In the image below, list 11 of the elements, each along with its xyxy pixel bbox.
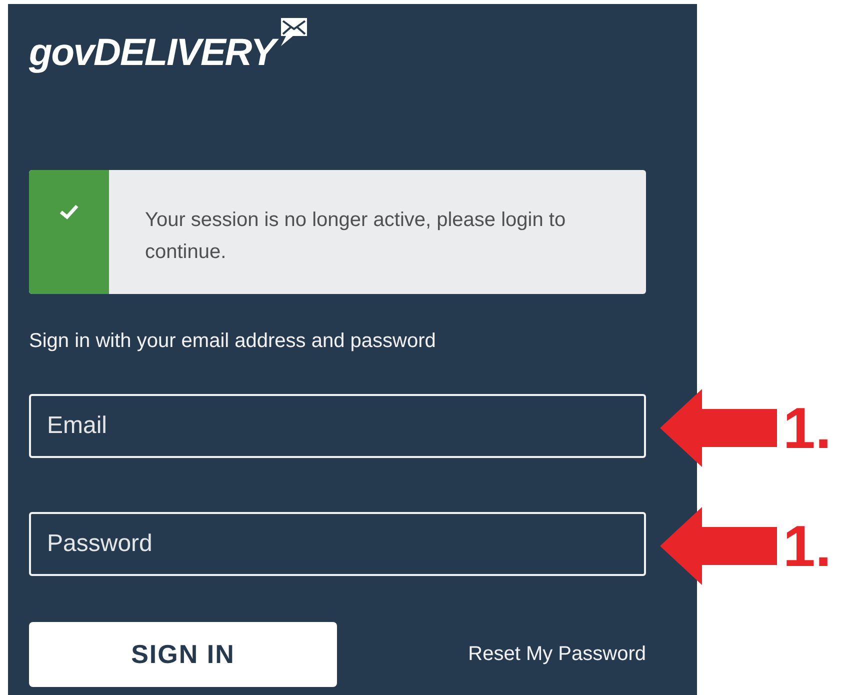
sign-in-button[interactable]: SIGN IN	[29, 622, 337, 687]
checkmark-icon	[58, 204, 79, 220]
instructions-text: Sign in with your email address and password	[29, 329, 437, 354]
text-field[interactable]: Password	[29, 512, 646, 576]
annotation-label: 1.	[783, 512, 832, 580]
alert-message: Your session is no longer active, please login to continue.	[144, 208, 567, 265]
annotation-label: 1.	[783, 394, 832, 462]
arrow-icon	[660, 507, 777, 585]
arrow-icon	[660, 389, 777, 467]
text-field[interactable]: Email	[29, 394, 646, 458]
reset-password-link[interactable]: Reset My Password	[468, 643, 646, 666]
